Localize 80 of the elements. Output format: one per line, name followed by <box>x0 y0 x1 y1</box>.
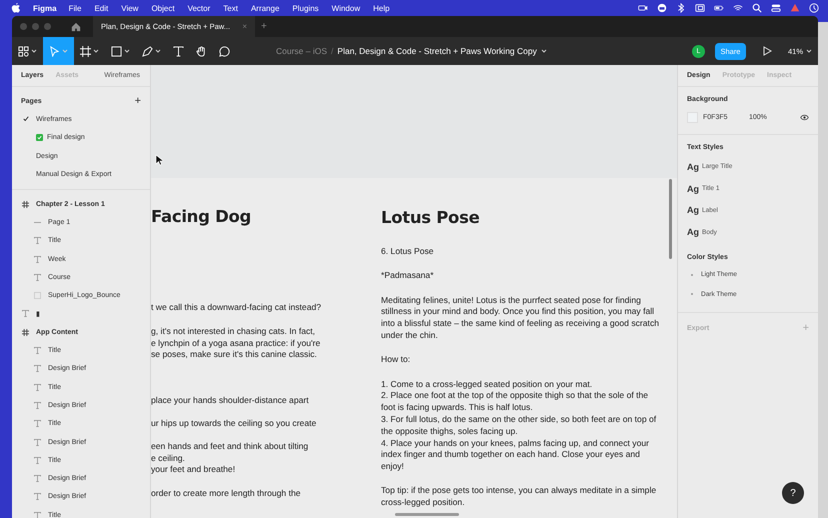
caret-icon <box>93 49 99 53</box>
wifi-icon[interactable] <box>733 3 743 13</box>
mouse-cursor-icon <box>155 154 163 166</box>
menu-item[interactable]: Window <box>332 4 360 12</box>
file-name[interactable]: Plan, Design & Code - Stretch + Paws Working Copy <box>337 46 537 56</box>
body-paragraph: 6. Lotus Pose <box>381 246 435 258</box>
bluetooth-icon[interactable] <box>676 3 686 13</box>
text-layer-icon <box>34 456 41 464</box>
body-paragraph: *Padmasana* <box>381 270 435 282</box>
control-center-icon[interactable] <box>771 3 781 13</box>
body-paragraph: 1. Come to a cross-legged seated position on your mat. 2. Place one foot at the top of the opposite thigh so that the sole of the foot is facing upwards. This is half lotus. 3. For full lotus, do the same on the other side, so both feet are on top of the opposite thighs, soles facing up. 4. Place your hands on your knees, palms facing up, and connect your index finger and thumb together on each hand. Close your eyes and enjoy! <box>381 378 658 473</box>
frame-icon <box>80 46 91 56</box>
body-paragraph: Top tip: if the pose gets too intense, you can always meditate in a simple cross-legged position. <box>381 485 658 510</box>
body-paragraph: order to create more length through the <box>151 488 302 500</box>
app-menu[interactable]: Figma <box>33 4 57 12</box>
caret-icon <box>62 49 68 53</box>
grid-icon <box>18 46 29 56</box>
clock-icon[interactable] <box>809 3 819 13</box>
caret-icon[interactable] <box>540 49 547 53</box>
add-page-button[interactable]: + <box>134 95 141 107</box>
project-name[interactable]: Course – iOS <box>276 46 328 56</box>
horizontal-scrollbar[interactable] <box>395 513 459 516</box>
menu-item[interactable]: Vector <box>188 4 210 12</box>
pen-icon <box>142 46 153 56</box>
caret-icon <box>31 49 37 53</box>
search-icon[interactable] <box>752 3 762 13</box>
body-paragraph: How to: <box>381 354 412 366</box>
cursor-arrow-icon <box>49 46 60 56</box>
text-layer-icon <box>34 512 41 518</box>
color-swatch[interactable] <box>687 112 698 122</box>
body-paragraph: place your hands shoulder-distance apart <box>151 395 310 407</box>
caret-icon[interactable] <box>806 49 812 53</box>
menu-item[interactable]: Text <box>223 4 238 12</box>
video-camera-icon[interactable] <box>638 3 648 13</box>
pose-title: Facing Dog <box>151 206 252 228</box>
apple-logo-icon[interactable] <box>11 3 21 13</box>
menu-item[interactable]: View <box>121 4 138 12</box>
menu-item[interactable]: Plugins <box>292 4 319 12</box>
text-layer-icon <box>22 310 29 318</box>
speech-bubble-icon <box>219 46 230 56</box>
status-circle-icon[interactable] <box>657 3 667 13</box>
menu-item[interactable]: Edit <box>94 4 108 12</box>
text-layer-icon <box>34 384 41 391</box>
caret-icon <box>124 49 130 53</box>
hand-icon <box>196 46 207 56</box>
window-icon[interactable] <box>695 3 705 13</box>
text-layer-icon <box>34 402 41 409</box>
body-paragraph: t we call this a downward-facing cat instead? <box>151 302 322 314</box>
text-layer-icon <box>34 493 41 500</box>
text-layer-icon <box>34 365 41 372</box>
frame-icon <box>22 328 29 336</box>
new-tab-button[interactable]: + <box>261 21 267 32</box>
text-layer-icon <box>34 475 41 482</box>
text-layer-icon <box>34 438 41 446</box>
menu-item[interactable]: File <box>68 4 82 12</box>
text-layer-icon <box>34 256 41 263</box>
text-layer-icon <box>34 274 41 281</box>
text-layer-icon <box>34 347 41 354</box>
menu-item[interactable]: Help <box>373 4 390 12</box>
text-icon <box>173 46 184 56</box>
text-layer-icon <box>34 237 41 244</box>
menu-item[interactable]: Arrange <box>250 4 280 12</box>
pose-title: Lotus Pose <box>381 207 480 229</box>
menu-item[interactable]: Object <box>151 4 175 12</box>
play-icon[interactable] <box>762 46 772 56</box>
body-paragraph: g, it's not interested in chasing cats. In fact, e lynchpin of a yoga asana practice: if you're se poses, make sure it's this canine classic. <box>151 326 322 362</box>
square-icon <box>111 46 122 56</box>
caret-icon <box>155 49 161 53</box>
image-layer-icon <box>34 292 41 300</box>
body-paragraph: een hands and feet and think about tilting e ceiling. your feet and breathe! <box>151 440 310 476</box>
body-paragraph: Meditating felines, unite! Lotus is the purrfect seated pose for finding stillness in your mind and body. Once you find this position, you may fall into a blissful state – the same kind of feeling as receiving a good scratch under the chin. <box>381 294 660 342</box>
battery-icon[interactable] <box>714 3 724 13</box>
vertical-scrollbar[interactable] <box>669 179 672 259</box>
breadcrumb-separator: / <box>331 46 334 56</box>
text-layer-icon <box>34 420 41 428</box>
eye-icon[interactable] <box>800 114 809 120</box>
check-box-icon <box>36 134 43 142</box>
home-icon[interactable] <box>71 22 81 32</box>
frame-icon <box>22 200 29 208</box>
body-paragraph: ur hips up towards the ceiling so you create <box>151 418 318 430</box>
